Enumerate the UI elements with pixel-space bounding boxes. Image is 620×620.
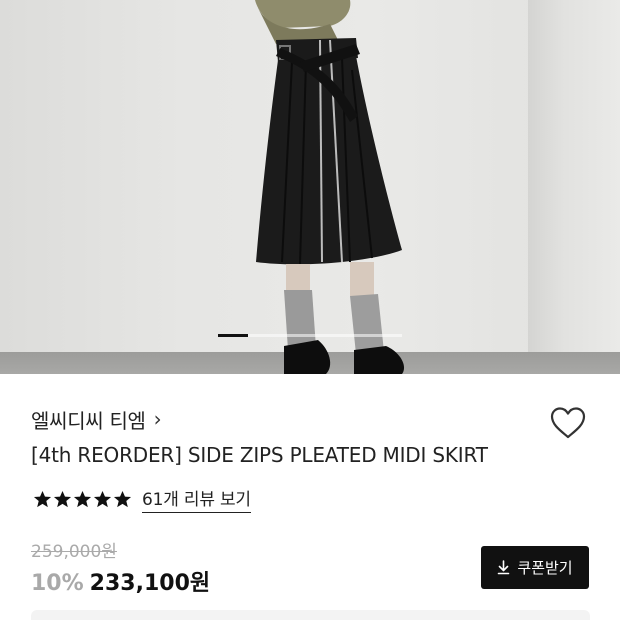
wishlist-button[interactable] — [546, 403, 590, 443]
star-filled-icon — [33, 490, 52, 507]
brand-link[interactable]: 엘씨디씨 티엠 › — [31, 404, 162, 434]
coupon-label: 쿠폰받기 — [517, 559, 573, 577]
star-filled-icon — [113, 490, 132, 507]
star-filled-icon — [93, 490, 112, 507]
star-filled-icon — [53, 490, 72, 507]
download-icon — [498, 560, 510, 575]
rating-row: 61개 리뷰 보기 — [33, 485, 251, 513]
product-image[interactable] — [0, 0, 620, 374]
product-title: [4th REORDER] SIDE ZIPS PLEATED MIDI SKI… — [31, 443, 488, 467]
price-row: 10% 233,100원 — [31, 565, 210, 599]
info-box-partial — [31, 610, 590, 620]
rating-stars — [33, 490, 132, 509]
chevron-right-icon: › — [153, 407, 162, 431]
brand-name: 엘씨디씨 티엠 — [31, 408, 146, 433]
original-price: 259,000원 — [31, 542, 117, 562]
sale-price: 233,100원 — [89, 571, 211, 596]
carousel-progress-indicator — [218, 334, 248, 337]
coupon-download-button[interactable]: 쿠폰받기 — [481, 546, 589, 589]
heart-outline-icon — [550, 407, 586, 439]
review-link[interactable]: 61개 리뷰 보기 — [142, 485, 251, 513]
model-illustration — [255, 0, 405, 374]
discount-rate: 10% — [31, 571, 84, 596]
star-filled-icon — [73, 490, 92, 507]
